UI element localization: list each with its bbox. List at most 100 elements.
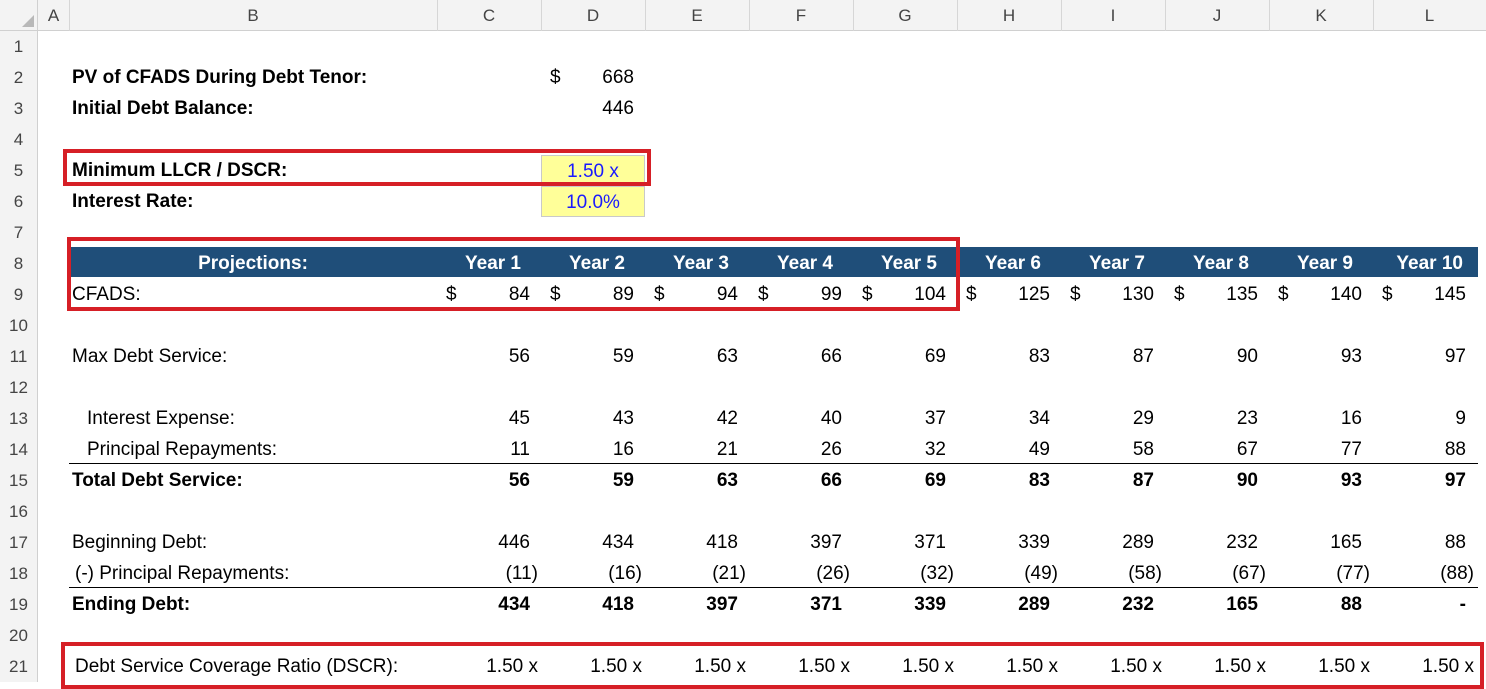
less-principal-label[interactable]: (-) Principal Repayments: <box>75 558 289 589</box>
less-principal-value[interactable]: (77) <box>1269 558 1370 589</box>
ending-debt-value[interactable]: 371 <box>749 589 842 620</box>
row-header-17[interactable]: 17 <box>0 527 38 558</box>
row-header-4[interactable]: 4 <box>0 124 38 155</box>
row-header-12[interactable]: 12 <box>0 372 38 403</box>
max-debt-service-value[interactable]: 97 <box>1373 341 1466 372</box>
max-debt-service-value[interactable]: 69 <box>853 341 946 372</box>
beginning-debt-value[interactable]: 434 <box>541 527 634 558</box>
max-debt-service-value[interactable]: 87 <box>1061 341 1154 372</box>
principal-repayments-value[interactable]: 49 <box>957 434 1050 465</box>
principal-repayments-value[interactable]: 88 <box>1373 434 1466 465</box>
beginning-debt-value[interactable]: 165 <box>1269 527 1362 558</box>
interest-rate-input[interactable]: 10.0% <box>541 186 645 217</box>
less-principal-value[interactable]: (16) <box>541 558 642 589</box>
row-header-1[interactable]: 1 <box>0 31 38 62</box>
ending-debt-value[interactable]: 339 <box>853 589 946 620</box>
interest-expense-value[interactable]: 43 <box>541 403 634 434</box>
less-principal-value[interactable]: (58) <box>1061 558 1162 589</box>
principal-repayments-value[interactable]: 26 <box>749 434 842 465</box>
principal-repayments-value[interactable]: 16 <box>541 434 634 465</box>
principal-repayments-value[interactable]: 21 <box>645 434 738 465</box>
ending-debt-value[interactable]: 418 <box>541 589 634 620</box>
cfads-value[interactable]: 140 <box>1269 279 1362 310</box>
row-header-8[interactable]: 8 <box>0 248 38 279</box>
principal-repayments-value[interactable]: 67 <box>1165 434 1258 465</box>
pv-cfads-value[interactable]: 668 <box>541 62 634 93</box>
total-debt-service-value[interactable]: 56 <box>437 465 530 496</box>
less-principal-value[interactable]: (49) <box>957 558 1058 589</box>
row-header-10[interactable]: 10 <box>0 310 38 341</box>
principal-repayments-value[interactable]: 77 <box>1269 434 1362 465</box>
row-header-19[interactable]: 19 <box>0 589 38 620</box>
beginning-debt-value[interactable]: 232 <box>1165 527 1258 558</box>
total-debt-service-value[interactable]: 93 <box>1269 465 1362 496</box>
year-header[interactable]: Year 8 <box>1165 248 1249 279</box>
beginning-debt-label[interactable]: Beginning Debt: <box>72 527 207 558</box>
cfads-value[interactable]: 135 <box>1165 279 1258 310</box>
interest-expense-value[interactable]: 23 <box>1165 403 1258 434</box>
row-header-11[interactable]: 11 <box>0 341 38 372</box>
max-debt-service-value[interactable]: 83 <box>957 341 1050 372</box>
beginning-debt-value[interactable]: 371 <box>853 527 946 558</box>
column-header-g[interactable]: G <box>853 0 957 31</box>
column-header-b[interactable]: B <box>69 0 437 31</box>
column-header-a[interactable]: A <box>38 0 69 31</box>
row-header-5[interactable]: 5 <box>0 155 38 186</box>
interest-expense-value[interactable]: 45 <box>437 403 530 434</box>
beginning-debt-value[interactable]: 88 <box>1373 527 1466 558</box>
year-header[interactable]: Year 6 <box>957 248 1041 279</box>
row-header-3[interactable]: 3 <box>0 93 38 124</box>
year-header[interactable]: Year 9 <box>1269 248 1353 279</box>
principal-repayments-value[interactable]: 11 <box>437 434 530 465</box>
interest-expense-value[interactable]: 29 <box>1061 403 1154 434</box>
max-debt-service-value[interactable]: 59 <box>541 341 634 372</box>
column-header-d[interactable]: D <box>541 0 645 31</box>
interest-expense-value[interactable]: 16 <box>1269 403 1362 434</box>
beginning-debt-value[interactable]: 418 <box>645 527 738 558</box>
column-header-k[interactable]: K <box>1269 0 1373 31</box>
less-principal-value[interactable]: (88) <box>1373 558 1474 589</box>
interest-expense-value[interactable]: 40 <box>749 403 842 434</box>
total-debt-service-value[interactable]: 97 <box>1373 465 1466 496</box>
ending-debt-label[interactable]: Ending Debt: <box>72 589 190 620</box>
less-principal-value[interactable]: (11) <box>437 558 538 589</box>
initial-debt-label[interactable]: Initial Debt Balance: <box>72 93 254 124</box>
total-debt-service-value[interactable]: 87 <box>1061 465 1154 496</box>
max-debt-service-value[interactable]: 56 <box>437 341 530 372</box>
beginning-debt-value[interactable]: 289 <box>1061 527 1154 558</box>
max-debt-service-label[interactable]: Max Debt Service: <box>72 341 227 372</box>
beginning-debt-value[interactable]: 339 <box>957 527 1050 558</box>
column-header-h[interactable]: H <box>957 0 1061 31</box>
row-header-6[interactable]: 6 <box>0 186 38 217</box>
interest-expense-label[interactable]: Interest Expense: <box>87 403 235 434</box>
ending-debt-value[interactable]: 434 <box>437 589 530 620</box>
max-debt-service-value[interactable]: 93 <box>1269 341 1362 372</box>
row-header-20[interactable]: 20 <box>0 620 38 651</box>
ending-debt-value[interactable]: 232 <box>1061 589 1154 620</box>
less-principal-value[interactable]: (21) <box>645 558 746 589</box>
beginning-debt-value[interactable]: 446 <box>437 527 530 558</box>
interest-expense-value[interactable]: 37 <box>853 403 946 434</box>
total-debt-service-value[interactable]: 63 <box>645 465 738 496</box>
interest-expense-value[interactable]: 42 <box>645 403 738 434</box>
less-principal-value[interactable]: (32) <box>853 558 954 589</box>
row-header-9[interactable]: 9 <box>0 279 38 310</box>
principal-repayments-value[interactable]: 32 <box>853 434 946 465</box>
max-debt-service-value[interactable]: 90 <box>1165 341 1258 372</box>
less-principal-value[interactable]: (67) <box>1165 558 1266 589</box>
interest-expense-value[interactable]: 9 <box>1373 403 1466 434</box>
row-header-7[interactable]: 7 <box>0 217 38 248</box>
max-debt-service-value[interactable]: 66 <box>749 341 842 372</box>
cfads-value[interactable]: 125 <box>957 279 1050 310</box>
total-debt-service-value[interactable]: 66 <box>749 465 842 496</box>
total-debt-service-value[interactable]: 59 <box>541 465 634 496</box>
ending-debt-value[interactable]: 88 <box>1269 589 1362 620</box>
column-header-j[interactable]: J <box>1165 0 1269 31</box>
interest-expense-value[interactable]: 34 <box>957 403 1050 434</box>
pv-cfads-label[interactable]: PV of CFADS During Debt Tenor: <box>72 62 367 93</box>
row-header-16[interactable]: 16 <box>0 496 38 527</box>
year-header[interactable]: Year 7 <box>1061 248 1145 279</box>
total-debt-service-value[interactable]: 90 <box>1165 465 1258 496</box>
row-header-14[interactable]: 14 <box>0 434 38 465</box>
row-header-13[interactable]: 13 <box>0 403 38 434</box>
